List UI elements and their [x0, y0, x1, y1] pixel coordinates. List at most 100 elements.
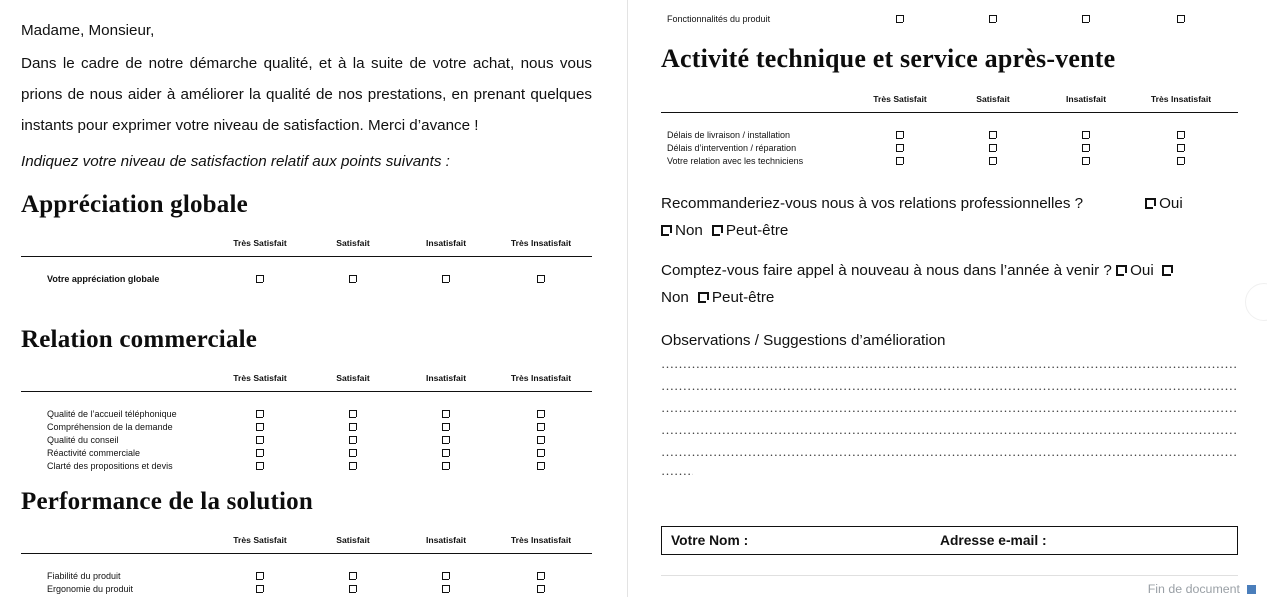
- email-label: Adresse e-mail :: [940, 533, 1047, 548]
- table-rule: [21, 391, 592, 392]
- checkbox-tres-insatisfait[interactable]: [1177, 15, 1186, 24]
- column-divider: [627, 0, 628, 597]
- checkbox-tres-satisfait[interactable]: [896, 157, 905, 166]
- checkbox-satisfait[interactable]: [989, 15, 998, 24]
- checkbox-insatisfait[interactable]: [442, 462, 451, 471]
- checkbox-satisfait[interactable]: [349, 410, 358, 419]
- checkbox-satisfait[interactable]: [989, 131, 998, 140]
- contact-box: Votre Nom : Adresse e-mail :: [661, 526, 1238, 555]
- option-peutetre-q1: Peut-être: [725, 222, 789, 239]
- checkbox-tres-insatisfait[interactable]: [1177, 131, 1186, 140]
- writing-line[interactable]: ……………………………………………………………………………………………………………: [661, 422, 1238, 438]
- question-1-text: Recommanderiez-vous nous à vos relations…: [661, 195, 1084, 212]
- column-header-insatisfait: Insatisfait: [425, 238, 467, 248]
- checkbox-satisfait[interactable]: [349, 572, 358, 581]
- row-label: Fonctionnalités du produit: [667, 14, 771, 24]
- checkbox-tres-insatisfait[interactable]: [537, 410, 546, 419]
- checkbox-insatisfait[interactable]: [442, 423, 451, 432]
- checkbox-tres-satisfait[interactable]: [256, 423, 265, 432]
- column-header-insatisfait: Insatisfait: [425, 373, 467, 383]
- question-2-text: Comptez-vous faire appel à nouveau à nou…: [661, 262, 1112, 279]
- checkbox-oui-q2[interactable]: [1116, 265, 1128, 277]
- table-rule: [661, 112, 1238, 113]
- heading-performance-solution: Performance de la solution: [21, 488, 313, 515]
- checkbox-tres-satisfait[interactable]: [256, 410, 265, 419]
- row-label: Compréhension de la demande: [47, 422, 173, 432]
- column-header-insatisfait: Insatisfait: [1065, 94, 1107, 104]
- checkbox-peutetre-q2[interactable]: [697, 292, 710, 304]
- checkbox-satisfait[interactable]: [349, 462, 358, 471]
- checkbox-insatisfait[interactable]: [1082, 157, 1091, 166]
- checkbox-tres-satisfait[interactable]: [256, 275, 265, 284]
- end-of-document-square-icon: [1247, 585, 1256, 594]
- checkbox-insatisfait[interactable]: [442, 410, 451, 419]
- heading-activite-technique: Activité technique et service après-vent…: [661, 44, 1116, 73]
- checkbox-oui-q1[interactable]: [1145, 198, 1157, 210]
- checkbox-satisfait[interactable]: [989, 157, 998, 166]
- checkbox-insatisfait[interactable]: [442, 275, 451, 284]
- column-header-tres-insatisfait: Très Insatisfait: [510, 373, 572, 383]
- checkbox-satisfait[interactable]: [349, 436, 358, 445]
- checkbox-insatisfait[interactable]: [1082, 144, 1091, 153]
- checkbox-non-q1[interactable]: [661, 225, 673, 237]
- column-header-insatisfait: Insatisfait: [425, 535, 467, 545]
- checkbox-tres-insatisfait[interactable]: [1177, 157, 1186, 166]
- checkbox-tres-satisfait[interactable]: [256, 585, 265, 594]
- row-label: Délais d’intervention / réparation: [667, 143, 797, 153]
- checkbox-tres-satisfait[interactable]: [896, 15, 905, 24]
- checkbox-satisfait[interactable]: [989, 144, 998, 153]
- checkbox-peutetre-q1[interactable]: [711, 225, 724, 237]
- checkbox-tres-insatisfait[interactable]: [1177, 144, 1186, 153]
- checkbox-tres-satisfait[interactable]: [256, 436, 265, 445]
- checkbox-tres-insatisfait[interactable]: [537, 572, 546, 581]
- table-rule: [21, 256, 592, 257]
- column-header-tres-satisfait: Très Satisfait: [873, 94, 927, 104]
- checkbox-tres-insatisfait[interactable]: [537, 462, 546, 471]
- checkbox-insatisfait[interactable]: [1082, 15, 1091, 24]
- checkbox-tres-satisfait[interactable]: [256, 449, 265, 458]
- checkbox-satisfait[interactable]: [349, 275, 358, 284]
- writing-line[interactable]: ……………………………………………………………………………………………………………: [661, 444, 1238, 460]
- writing-line-partial[interactable]: ………: [661, 463, 693, 479]
- column-header-tres-insatisfait: Très Insatisfait: [1150, 94, 1212, 104]
- option-oui-q1: Oui: [1159, 195, 1183, 212]
- checkbox-tres-satisfait[interactable]: [256, 462, 265, 471]
- question-nouvel-appel: Comptez-vous faire appel à nouveau à nou…: [661, 257, 1241, 311]
- checkbox-tres-satisfait[interactable]: [896, 144, 905, 153]
- checkbox-tres-insatisfait[interactable]: [537, 585, 546, 594]
- checkbox-satisfait[interactable]: [349, 585, 358, 594]
- question-recommandation: Recommanderiez-vous nous à vos relations…: [661, 190, 1241, 244]
- column-header-satisfait: Satisfait: [336, 535, 370, 545]
- table-row: Délais de livraison / installation: [661, 130, 1238, 143]
- checkbox-satisfait[interactable]: [349, 449, 358, 458]
- checkbox-tres-insatisfait[interactable]: [537, 423, 546, 432]
- checkbox-satisfait[interactable]: [349, 423, 358, 432]
- salutation-text: Madame, Monsieur,: [21, 22, 155, 39]
- checkbox-insatisfait[interactable]: [1082, 131, 1091, 140]
- checkbox-insatisfait[interactable]: [442, 572, 451, 581]
- checkbox-tres-satisfait[interactable]: [256, 572, 265, 581]
- intro-paragraph: Dans le cadre de notre démarche qualité,…: [21, 55, 592, 134]
- checkbox-insatisfait[interactable]: [442, 436, 451, 445]
- right-column: Fonctionnalités du produit Activité tech…: [650, 0, 1267, 597]
- checkbox-tres-satisfait[interactable]: [896, 131, 905, 140]
- checkbox-tres-insatisfait[interactable]: [537, 449, 546, 458]
- column-header-satisfait: Satisfait: [336, 238, 370, 248]
- column-header-tres-satisfait: Très Satisfait: [233, 535, 287, 545]
- table-row: Qualité de l’accueil téléphonique: [21, 409, 592, 422]
- end-of-document-label: Fin de document: [1147, 582, 1240, 596]
- column-header-tres-insatisfait: Très Insatisfait: [510, 238, 572, 248]
- table-row: Qualité du conseil: [21, 435, 592, 448]
- table-row: Réactivité commerciale: [21, 448, 592, 461]
- checkbox-tres-insatisfait[interactable]: [537, 275, 546, 284]
- table-row: Fiabilité du produit: [21, 571, 592, 584]
- checkbox-insatisfait[interactable]: [442, 585, 451, 594]
- writing-line[interactable]: ……………………………………………………………………………………………………………: [661, 400, 1238, 416]
- writing-line[interactable]: ……………………………………………………………………………………………………………: [661, 356, 1238, 372]
- writing-line[interactable]: ……………………………………………………………………………………………………………: [661, 378, 1238, 394]
- checkbox-non-q2[interactable]: [1162, 265, 1174, 277]
- checkbox-tres-insatisfait[interactable]: [537, 436, 546, 445]
- checkbox-insatisfait[interactable]: [442, 449, 451, 458]
- column-header-tres-insatisfait: Très Insatisfait: [510, 535, 572, 545]
- name-label: Votre Nom :: [671, 533, 749, 548]
